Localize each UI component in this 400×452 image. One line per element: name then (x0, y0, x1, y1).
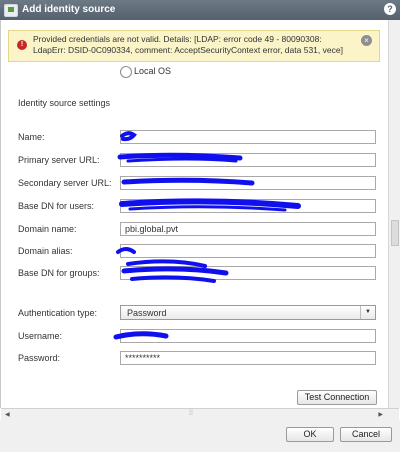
redaction-primary-url-2 (126, 157, 238, 163)
redaction-base-dn-groups-2 (121, 266, 229, 276)
redaction-username (113, 331, 169, 340)
redaction-secondary-url (121, 177, 255, 186)
redaction-base-dn-users-2 (128, 205, 287, 212)
redaction-marks (113, 131, 301, 340)
redaction-base-dn-groups-1 (126, 259, 207, 268)
redaction-domain-alias (116, 247, 136, 254)
redaction-name (120, 131, 137, 142)
redaction-base-dn-groups-3 (130, 275, 216, 283)
